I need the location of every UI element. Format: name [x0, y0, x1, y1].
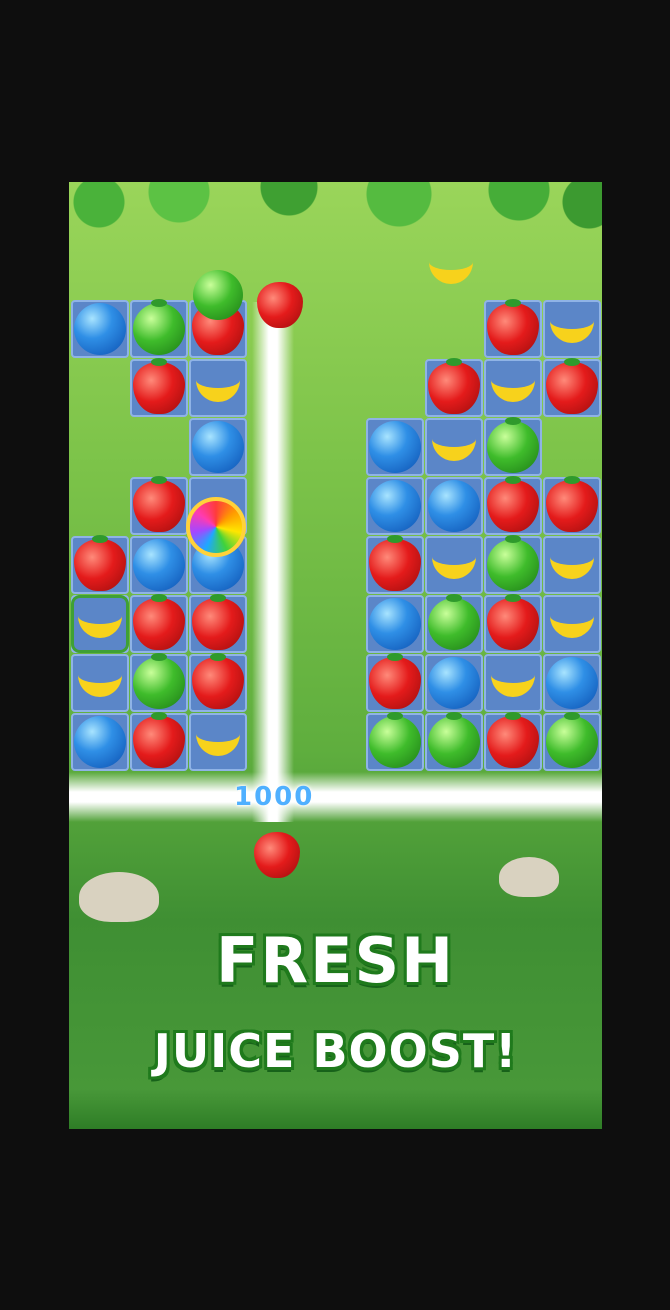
banana-piece[interactable]: [546, 303, 598, 355]
apple-piece[interactable]: [428, 712, 480, 768]
blueberry-piece[interactable]: [369, 421, 421, 473]
strawberry-piece[interactable]: [74, 535, 126, 591]
headline-fresh: FRESH: [216, 924, 455, 997]
fruit-leaf-icon: [505, 594, 521, 602]
fruit-leaf-icon: [210, 653, 226, 661]
banana-piece[interactable]: [192, 716, 244, 768]
blueberry-piece[interactable]: [369, 480, 421, 532]
strawberry-piece[interactable]: [487, 594, 539, 650]
strawberry-piece[interactable]: [133, 476, 185, 532]
fruit-leaf-icon: [151, 653, 167, 661]
strawberry-piece[interactable]: [428, 358, 480, 414]
fruit-leaf-icon: [151, 299, 167, 307]
fruit-leaf-icon: [446, 594, 462, 602]
strawberry-piece[interactable]: [133, 358, 185, 414]
fruit-leaf-icon: [446, 358, 462, 366]
fruit-leaf-icon: [505, 299, 521, 307]
apple-piece[interactable]: [546, 712, 598, 768]
fruit-leaf-icon: [387, 535, 403, 543]
fruit-leaf-icon: [210, 594, 226, 602]
fruit-leaf-icon: [387, 653, 403, 661]
striped-strawberry-top[interactable]: [257, 282, 303, 328]
strawberry-piece[interactable]: [487, 712, 539, 768]
blueberry-piece[interactable]: [74, 303, 126, 355]
fruit-leaf-icon: [151, 476, 167, 484]
strawberry-piece[interactable]: [487, 299, 539, 355]
strawberry-piece[interactable]: [192, 653, 244, 709]
game-screen: 1000 FRESH JUICE BOOST!: [69, 182, 602, 1129]
blueberry-piece[interactable]: [74, 716, 126, 768]
apple-piece[interactable]: [133, 653, 185, 709]
strawberry-piece[interactable]: [369, 535, 421, 591]
blueberry-piece[interactable]: [192, 421, 244, 473]
banana-piece[interactable]: [487, 362, 539, 414]
banana-piece[interactable]: [428, 539, 480, 591]
banana-piece[interactable]: [428, 421, 480, 473]
fruit-leaf-icon: [92, 535, 108, 543]
rock-right: [499, 857, 559, 897]
rainbow-bomb-icon[interactable]: [186, 497, 246, 557]
fruit-leaf-icon: [505, 417, 521, 425]
apple-top[interactable]: [193, 270, 243, 320]
vertical-blast-beam: [252, 302, 294, 822]
fruit-leaf-icon: [505, 476, 521, 484]
apple-piece[interactable]: [133, 299, 185, 355]
apple-piece[interactable]: [487, 417, 539, 473]
headline-juice-boost: JUICE BOOST!: [153, 1024, 518, 1078]
banana-piece[interactable]: [192, 362, 244, 414]
strawberry-piece[interactable]: [192, 594, 244, 650]
apple-piece[interactable]: [369, 712, 421, 768]
striped-strawberry-bottom[interactable]: [254, 832, 300, 878]
banana-piece[interactable]: [487, 657, 539, 709]
banana-top-right[interactable]: [425, 244, 477, 296]
caged-banana-piece[interactable]: [71, 595, 129, 653]
apple-piece[interactable]: [428, 594, 480, 650]
fruit-leaf-icon: [564, 712, 580, 720]
blueberry-piece[interactable]: [369, 598, 421, 650]
strawberry-piece[interactable]: [487, 476, 539, 532]
fruit-leaf-icon: [505, 535, 521, 543]
fruit-leaf-icon: [564, 358, 580, 366]
fruit-leaf-icon: [564, 476, 580, 484]
grass-footer: [69, 1089, 602, 1129]
blueberry-piece[interactable]: [428, 480, 480, 532]
fruit-leaf-icon: [446, 712, 462, 720]
banana-piece[interactable]: [546, 539, 598, 591]
fruit-leaf-icon: [387, 712, 403, 720]
strawberry-piece[interactable]: [546, 476, 598, 532]
strawberry-piece[interactable]: [133, 712, 185, 768]
strawberry-piece[interactable]: [133, 594, 185, 650]
apple-piece[interactable]: [487, 535, 539, 591]
fruit-leaf-icon: [151, 594, 167, 602]
strawberry-piece[interactable]: [546, 358, 598, 414]
blueberry-piece[interactable]: [546, 657, 598, 709]
strawberry-piece[interactable]: [369, 653, 421, 709]
banana-piece[interactable]: [546, 598, 598, 650]
blueberry-piece[interactable]: [133, 539, 185, 591]
fruit-leaf-icon: [151, 358, 167, 366]
horizontal-blast-beam: [69, 772, 602, 822]
score-popup: 1000: [234, 782, 315, 812]
fruit-leaf-icon: [505, 712, 521, 720]
blueberry-piece[interactable]: [428, 657, 480, 709]
rock-left: [79, 872, 159, 922]
banana-piece[interactable]: [74, 657, 126, 709]
fruit-leaf-icon: [151, 712, 167, 720]
